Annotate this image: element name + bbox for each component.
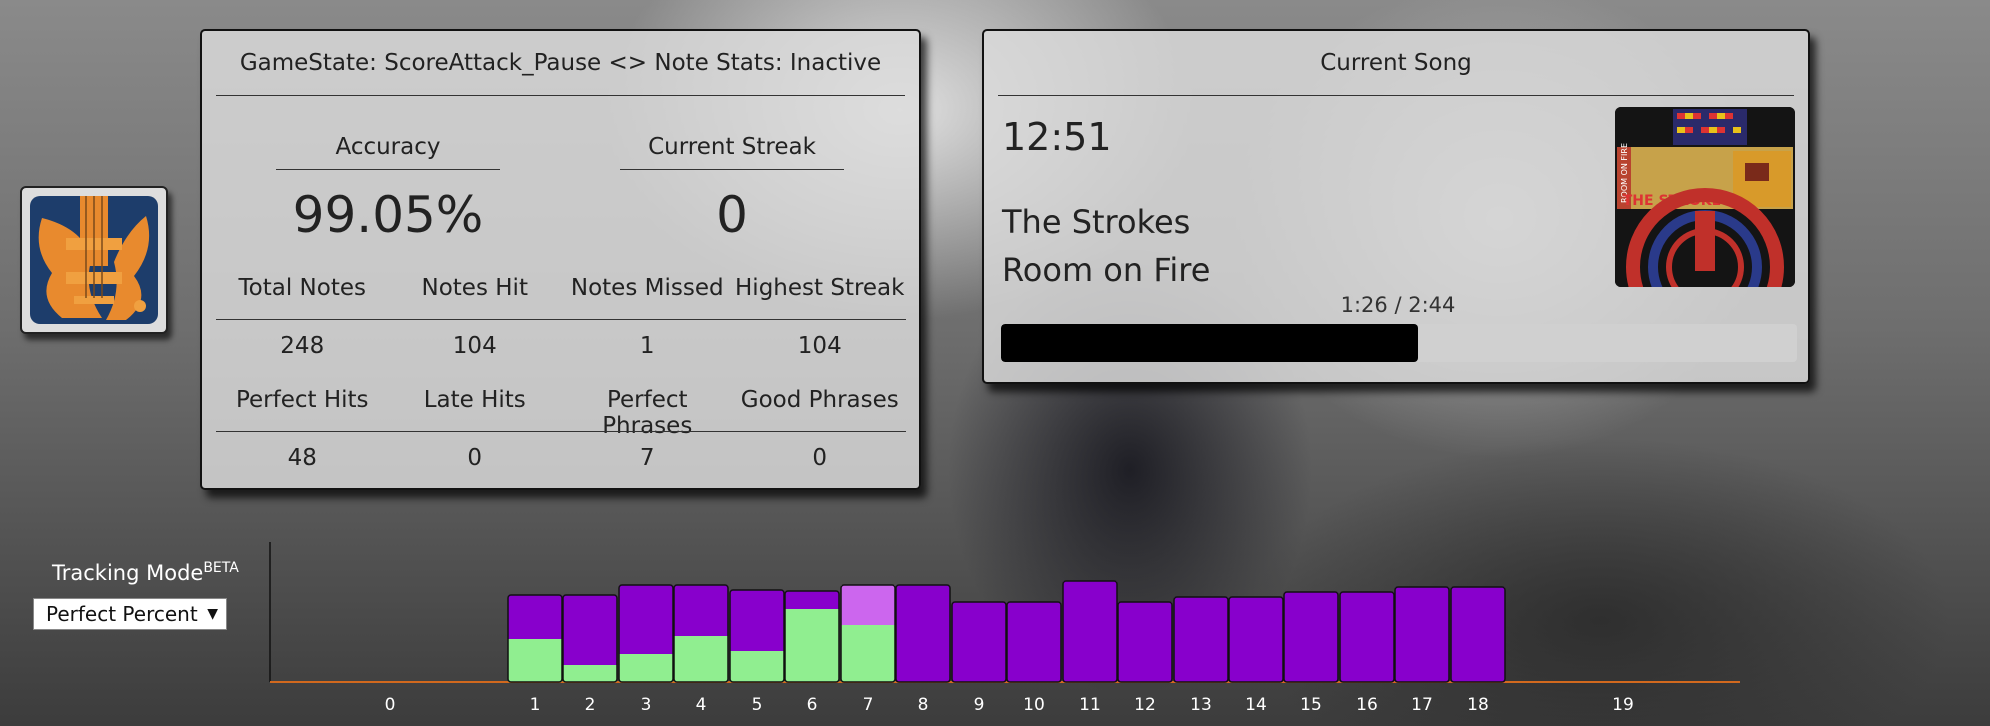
x-tick-0: 0 [385, 695, 396, 715]
x-tick-12: 12 [1134, 695, 1156, 715]
x-tick-4: 4 [696, 695, 707, 715]
bar-7-segment-1 [841, 585, 895, 625]
x-tick-18: 18 [1467, 695, 1489, 715]
bar-3-segment-2 [619, 585, 673, 654]
bar-1-segment-0 [508, 639, 562, 682]
x-tick-9: 9 [974, 695, 985, 715]
x-tick-11: 11 [1079, 695, 1101, 715]
phrase-accuracy-chart: 0 1 2 3 4 5 6 7 8 9 10 11 12 13 14 15 16 17 18 19 [269, 542, 1740, 715]
x-tick-7: 7 [863, 695, 874, 715]
bar-6-segment-2 [785, 591, 839, 609]
bar-17-segment-2 [1395, 587, 1449, 682]
chart-bars [507, 580, 1506, 683]
x-tick-16: 16 [1356, 695, 1378, 715]
bar-8-segment-2 [896, 585, 950, 682]
x-tick-17: 17 [1411, 695, 1433, 715]
bar-1-segment-2 [508, 595, 562, 639]
x-tick-19: 19 [1612, 695, 1634, 715]
x-tick-6: 6 [807, 695, 818, 715]
x-tick-1: 1 [530, 695, 541, 715]
bar-4-segment-0 [674, 636, 728, 682]
chart-tick-labels: 0 1 2 3 4 5 6 7 8 9 10 11 12 13 14 15 16 17 18 19 [385, 695, 1634, 715]
bar-14-segment-2 [1229, 597, 1283, 682]
bar-10-segment-2 [1007, 602, 1061, 682]
x-tick-2: 2 [585, 695, 596, 715]
bar-13-segment-2 [1174, 597, 1228, 682]
x-tick-10: 10 [1023, 695, 1045, 715]
bar-18-segment-2 [1451, 587, 1505, 682]
x-tick-8: 8 [918, 695, 929, 715]
bar-2-segment-2 [563, 595, 617, 665]
bar-5-segment-0 [730, 651, 784, 682]
x-tick-15: 15 [1300, 695, 1322, 715]
x-tick-5: 5 [752, 695, 763, 715]
bar-15-segment-2 [1284, 592, 1338, 682]
x-tick-13: 13 [1190, 695, 1212, 715]
bar-4-segment-2 [674, 585, 728, 636]
bar-11-segment-2 [1063, 581, 1117, 682]
bar-2-segment-0 [563, 665, 617, 682]
x-tick-14: 14 [1245, 695, 1267, 715]
bar-6-segment-0 [785, 609, 839, 682]
bar-5-segment-2 [730, 590, 784, 651]
bar-9-segment-2 [952, 602, 1006, 682]
bar-7-segment-0 [841, 625, 895, 682]
bar-3-segment-0 [619, 654, 673, 682]
x-tick-3: 3 [641, 695, 652, 715]
bar-12-segment-2 [1118, 602, 1172, 682]
bar-16-segment-2 [1340, 592, 1394, 682]
